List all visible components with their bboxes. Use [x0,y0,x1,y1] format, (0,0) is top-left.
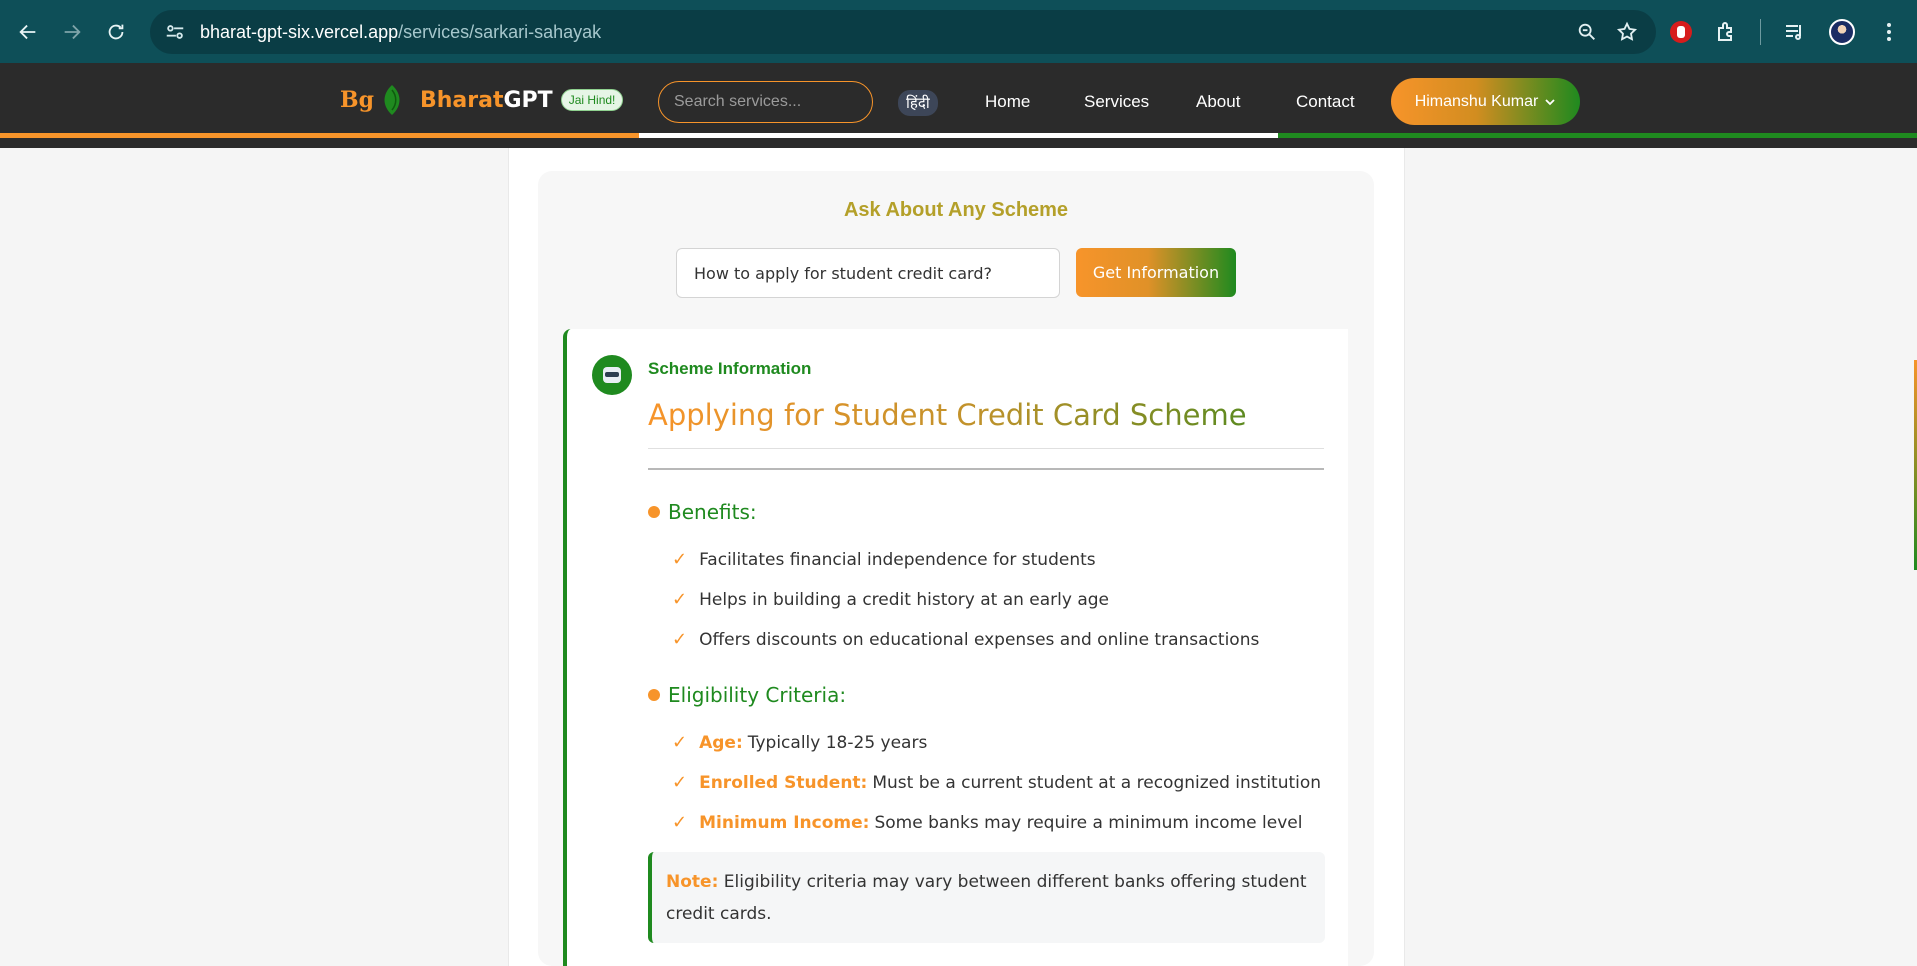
divider [648,448,1324,449]
search-input[interactable] [658,81,873,123]
list-item: ✓ Helps in building a credit history at … [672,589,1110,610]
reload-icon[interactable] [96,12,136,52]
user-name: Himanshu Kumar [1414,92,1539,110]
benefits-heading: Benefits: [648,500,757,524]
list-item: ✓ Minimum Income: Some banks may require… [672,812,1303,833]
check-icon: ✓ [672,732,688,753]
nav-about[interactable]: About [1196,92,1240,112]
list-item: ✓ Facilitates financial independence for… [672,549,1096,570]
adblock-extension-icon[interactable] [1670,20,1692,43]
site-info-icon[interactable] [164,21,186,43]
query-input[interactable] [676,248,1060,298]
list-item: ✓ Offers discounts on educational expens… [672,629,1260,650]
nav-services[interactable]: Services [1084,92,1149,112]
robot-icon [592,355,632,395]
check-icon: ✓ [672,629,688,650]
nav-contact[interactable]: Contact [1296,92,1355,112]
divider [648,468,1324,470]
logo-mark: Bg [340,87,374,113]
check-icon: ✓ [672,589,688,610]
toolbar-divider [1760,18,1761,45]
bookmark-star-icon[interactable] [1616,21,1638,43]
profile-avatar[interactable] [1829,18,1855,45]
get-information-button[interactable]: Get Information [1076,248,1236,297]
ask-title: Ask About Any Scheme [843,199,1069,221]
bullet-dot-icon [648,506,660,518]
media-controls-icon[interactable] [1783,20,1807,44]
zoom-icon[interactable] [1576,21,1598,43]
list-item: ✓ Enrolled Student: Must be a current st… [672,772,1322,793]
leaf-icon [384,85,400,115]
user-menu-button[interactable]: Himanshu Kumar [1391,78,1580,125]
forward-arrow-icon[interactable] [52,12,92,52]
address-bar[interactable]: bharat-gpt-six.vercel.app/services/sarka… [150,10,1656,54]
site-logo[interactable]: Bg BharatGPT Jai Hind! [340,84,624,116]
check-icon: ✓ [672,812,688,833]
list-item: ✓ Age: Typically 18-25 years [672,732,928,753]
eligibility-heading: Eligibility Criteria: [648,683,846,707]
back-arrow-icon[interactable] [8,12,48,52]
site-header [0,63,1917,143]
extensions-puzzle-icon[interactable] [1714,20,1738,44]
scheme-info-label: Scheme Information [648,359,812,378]
brand-name: BharatGPT [419,87,553,113]
jai-hind-badge: Jai Hind! [560,89,624,111]
bullet-dot-icon [648,689,660,701]
language-toggle[interactable]: हिंदी [898,90,938,116]
chevron-down-icon [1545,98,1555,105]
nav-home[interactable]: Home [985,92,1030,112]
note-box: Note: Eligibility criteria may vary betw… [648,852,1325,943]
check-icon: ✓ [672,549,688,570]
url-text[interactable]: bharat-gpt-six.vercel.app/services/sarka… [200,22,601,43]
browser-toolbar: bharat-gpt-six.vercel.app/services/sarka… [0,0,1917,63]
menu-kebab-icon[interactable] [1877,20,1901,44]
header-strip [0,138,1917,148]
result-title: Applying for Student Credit Card Scheme [648,398,1247,432]
check-icon: ✓ [672,772,688,793]
